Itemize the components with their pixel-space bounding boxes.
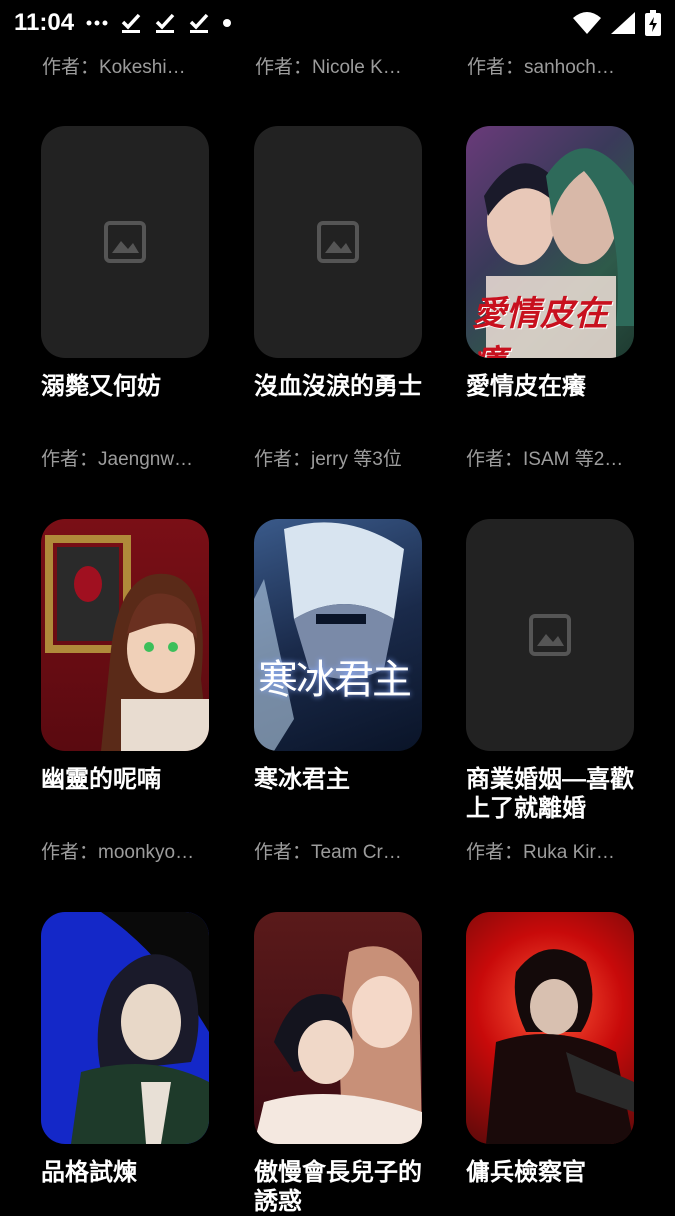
comic-author: 作者：Nicole K… [255, 57, 402, 78]
comic-title[interactable]: 幽靈的呢喃 [41, 765, 209, 794]
comic-cover-image[interactable] [41, 519, 209, 751]
comic-title[interactable]: 傭兵檢察官 [466, 1158, 634, 1187]
comic-card[interactable]: 商業婚姻—喜歡上了就離婚 作者：Ruka Kir… [466, 519, 634, 863]
comic-author: 作者：Kokeshi… [42, 57, 186, 78]
comic-title[interactable]: 沒血沒淚的勇士 [254, 372, 422, 401]
comic-title[interactable]: 傲慢會長兒子的誘惑 [254, 1158, 422, 1216]
cover-title-text: 寒冰君主 [258, 657, 412, 703]
image-placeholder-icon [104, 221, 146, 263]
comic-cover-placeholder[interactable] [41, 126, 209, 358]
comic-author: 作者：jerry 等3位 [254, 449, 402, 470]
image-placeholder-icon [317, 221, 359, 263]
cover-title-text: 愛情皮在癢 [472, 294, 608, 358]
comic-cover-image[interactable] [254, 912, 422, 1144]
comic-card[interactable]: 沒血沒淚的勇士 作者：jerry 等3位 [254, 126, 422, 470]
comic-card[interactable]: 品格試煉 [41, 912, 209, 1186]
comic-card[interactable]: 寒冰君主 寒冰君主 作者：Team Cr… [254, 519, 422, 863]
comic-grid: 作者：Kokeshi… 作者：Nicole K… 作者：sanhoch… 溺斃又… [0, 0, 675, 1215]
comic-cover-image[interactable] [466, 912, 634, 1144]
comic-title[interactable]: 商業婚姻—喜歡上了就離婚 [466, 765, 634, 823]
comic-cover-placeholder[interactable] [466, 519, 634, 751]
comic-card[interactable]: 溺斃又何妨 作者：Jaengnw… [41, 126, 209, 470]
comic-card[interactable]: 傭兵檢察官 [466, 912, 634, 1186]
comic-author: 作者：Team Cr… [254, 842, 402, 863]
comic-title[interactable]: 寒冰君主 [254, 765, 422, 794]
comic-author: 作者：sanhoch… [467, 57, 615, 78]
comic-title[interactable]: 愛情皮在癢 [466, 372, 634, 401]
comic-cover-image[interactable]: 愛情皮在癢 [466, 126, 634, 358]
comic-card[interactable]: 幽靈的呢喃 作者：moonkyo… [41, 519, 209, 863]
comic-title[interactable]: 溺斃又何妨 [41, 372, 209, 401]
comic-cover-image[interactable]: 寒冰君主 [254, 519, 422, 751]
comic-author: 作者：Ruka Kir… [466, 842, 615, 863]
comic-title[interactable]: 品格試煉 [41, 1158, 209, 1187]
comic-author: 作者：moonkyo… [41, 842, 195, 863]
comic-card[interactable]: 愛情皮在癢 愛情皮在癢 作者：ISAM 等2… [466, 126, 634, 470]
image-placeholder-icon [529, 614, 571, 656]
comic-cover-placeholder[interactable] [254, 126, 422, 358]
comic-author: 作者：ISAM 等2… [466, 449, 624, 470]
comic-cover-image[interactable] [41, 912, 209, 1144]
comic-card[interactable]: 傲慢會長兒子的誘惑 [254, 912, 422, 1215]
comic-author: 作者：Jaengnw… [41, 449, 194, 470]
